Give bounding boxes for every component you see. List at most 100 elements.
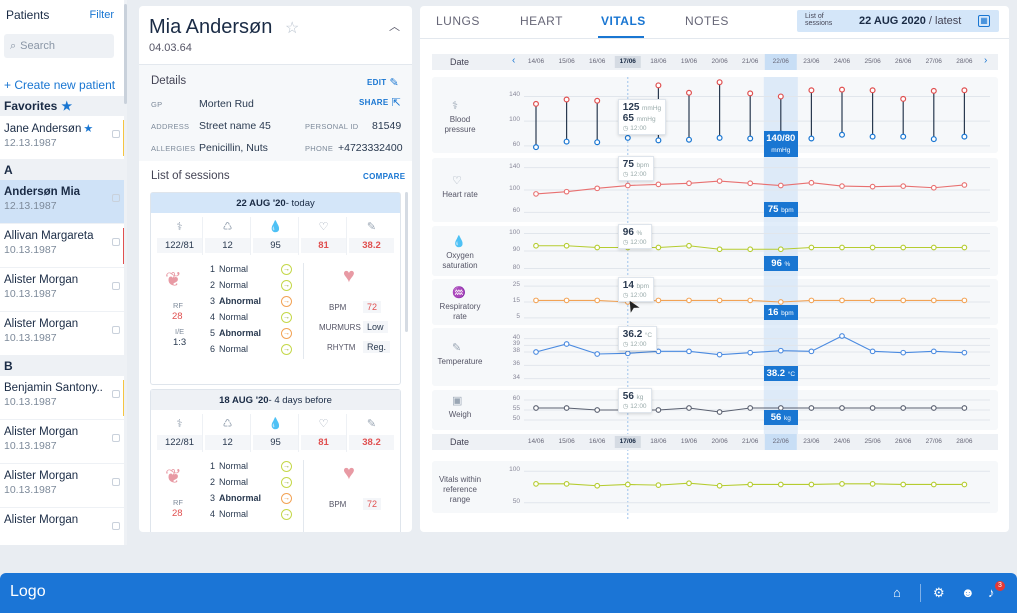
y-tick-label: 55: [512, 405, 520, 412]
date-tick[interactable]: 20/06: [706, 58, 734, 65]
lung-zone-row[interactable]: 1 Normal →: [207, 261, 292, 277]
date-tick[interactable]: 15/06: [553, 58, 581, 65]
date-tick[interactable]: 15/06: [553, 438, 581, 445]
patient-list-item[interactable]: Alister Morgan 10.13.1987: [0, 312, 126, 356]
session-card[interactable]: 18 AUG '20 - 4 days before ⚕ 122/81 ♺ 12 💧 95 ♡…: [150, 389, 401, 532]
date-tick[interactable]: 16/06: [583, 438, 611, 445]
date-tick[interactable]: 18/06: [644, 438, 672, 445]
date-tick[interactable]: 16/06: [583, 58, 611, 65]
date-tick[interactable]: 23/06: [797, 438, 825, 445]
data-point: [869, 405, 876, 411]
date-tick[interactable]: 27/06: [920, 58, 948, 65]
lung-zone-row[interactable]: 2 Normal →: [207, 474, 292, 490]
lung-zone-row[interactable]: 6 Normal →: [207, 341, 292, 357]
arrow-circle-icon[interactable]: →: [281, 508, 292, 520]
date-tick[interactable]: 19/06: [675, 58, 703, 65]
date-tick[interactable]: 26/06: [889, 438, 917, 445]
date-tick[interactable]: 27/06: [920, 438, 948, 445]
date-tick[interactable]: 25/06: [859, 58, 887, 65]
date-tick[interactable]: 24/06: [828, 58, 856, 65]
heart-icon: ♥: [343, 462, 355, 484]
sessions-scrollbar[interactable]: [405, 192, 408, 332]
session-body: ❦ RF 28 1 Normal → 2 Normal → 3 Abnormal → 4 Normal → ♥…: [151, 456, 400, 532]
select-checkbox[interactable]: [112, 522, 120, 530]
favorite-star-icon[interactable]: ☆: [285, 18, 299, 38]
lung-zone-row[interactable]: 2 Normal →: [207, 277, 292, 293]
lung-zone-row[interactable]: 3 Abnormal →: [207, 293, 292, 309]
arrow-circle-icon[interactable]: →: [281, 492, 292, 504]
sidebar-scrollbar-thumb[interactable]: [124, 4, 127, 104]
lung-zone-row[interactable]: 4 Normal →: [207, 309, 292, 325]
patient-list-item[interactable]: Jane Andersøn ★ 12.13.1987: [0, 116, 126, 160]
date-tick[interactable]: 28/06: [950, 438, 978, 445]
personal-id-label: PERSONAL ID: [305, 122, 359, 131]
systolic-point: [777, 93, 784, 100]
allergies-label: ALLERGIES: [151, 144, 196, 153]
date-tick[interactable]: 17/06: [614, 438, 642, 445]
select-checkbox[interactable]: [112, 326, 120, 334]
create-patient-button[interactable]: + Create new patient: [0, 78, 126, 96]
patient-list-item[interactable]: Alister Morgan 10.13.1987: [0, 268, 126, 312]
prev-arrow-icon[interactable]: ‹: [512, 55, 515, 66]
date-tick[interactable]: 18/06: [644, 58, 672, 65]
data-point: [900, 244, 907, 251]
data-point: [655, 297, 662, 304]
lung-zone-row[interactable]: 3 Abnormal →: [207, 490, 292, 506]
select-checkbox[interactable]: [112, 478, 120, 486]
select-checkbox[interactable]: [112, 390, 120, 398]
date-tick[interactable]: 14/06: [522, 58, 550, 65]
arrow-circle-icon[interactable]: →: [281, 311, 292, 323]
lung-zone-row[interactable]: 1 Normal →: [207, 458, 292, 474]
user-icon[interactable]: ☻: [961, 585, 975, 600]
collapse-chevron-icon[interactable]: ︿: [389, 18, 400, 34]
select-checkbox[interactable]: [112, 434, 120, 442]
date-tick[interactable]: 23/06: [797, 58, 825, 65]
date-tick[interactable]: 28/06: [950, 58, 978, 65]
edit-button[interactable]: EDIT ✎: [367, 76, 399, 89]
gear-icon[interactable]: ⚙: [933, 585, 945, 601]
select-checkbox[interactable]: [112, 282, 120, 290]
lung-zone-row[interactable]: 5 Abnormal →: [207, 325, 292, 341]
home-icon[interactable]: ⌂: [893, 585, 901, 600]
date-tick[interactable]: 17/06: [614, 58, 642, 65]
next-arrow-icon[interactable]: ›: [984, 55, 987, 66]
date-tick[interactable]: 21/06: [736, 58, 764, 65]
data-point: [930, 244, 937, 251]
lung-zone-row[interactable]: 4 Normal →: [207, 506, 292, 522]
zone-status: Normal: [219, 264, 249, 274]
arrow-circle-icon[interactable]: →: [281, 295, 292, 307]
arrow-circle-icon[interactable]: →: [281, 327, 292, 339]
select-checkbox[interactable]: [112, 194, 120, 202]
arrow-circle-icon[interactable]: →: [281, 476, 292, 488]
compare-button[interactable]: COMPARE: [363, 172, 405, 181]
patient-list-item[interactable]: Alister Morgan 10.13.1987: [0, 420, 126, 464]
thermometer-icon: ✎: [366, 221, 377, 233]
date-tick[interactable]: 19/06: [675, 438, 703, 445]
date-tick[interactable]: 24/06: [828, 438, 856, 445]
filter-button[interactable]: Filter: [90, 9, 114, 21]
arrow-circle-icon[interactable]: →: [281, 343, 292, 355]
date-tick[interactable]: 25/06: [859, 438, 887, 445]
date-tick[interactable]: 14/06: [522, 438, 550, 445]
patient-list-item[interactable]: Allivan Margareta 10.13.1987: [0, 224, 126, 268]
arrow-circle-icon[interactable]: →: [281, 460, 292, 472]
session-card[interactable]: 22 AUG '20 - today ⚕ 122/81 ♺ 12 💧 95 ♡ 81 ✎ 38.2 ❦…: [150, 192, 401, 385]
share-button[interactable]: SHARE ⇱: [359, 96, 401, 109]
date-tick[interactable]: 21/06: [736, 438, 764, 445]
patient-list-item[interactable]: Andersøn Mia 12.13.1987: [0, 180, 126, 224]
date-tick[interactable]: 22/06: [767, 438, 795, 445]
arrow-circle-icon[interactable]: →: [281, 279, 292, 291]
date-tick[interactable]: 26/06: [889, 58, 917, 65]
date-tick[interactable]: 22/06: [767, 58, 795, 65]
patient-list-item[interactable]: Alister Morgan: [0, 508, 126, 545]
date-tick[interactable]: 20/06: [706, 438, 734, 445]
logo[interactable]: Logo: [10, 583, 46, 601]
search-input[interactable]: ⌕ Search: [4, 34, 114, 58]
select-checkbox[interactable]: [112, 130, 120, 138]
patient-list-item[interactable]: Alister Morgan 10.13.1987: [0, 464, 126, 508]
sessions-title: List of sessions: [151, 170, 230, 182]
bell-icon[interactable]: ♪: [988, 585, 995, 600]
select-checkbox[interactable]: [112, 238, 120, 246]
arrow-circle-icon[interactable]: →: [281, 263, 292, 275]
patient-list-item[interactable]: Benjamin Santony.. 10.13.1987: [0, 376, 126, 420]
